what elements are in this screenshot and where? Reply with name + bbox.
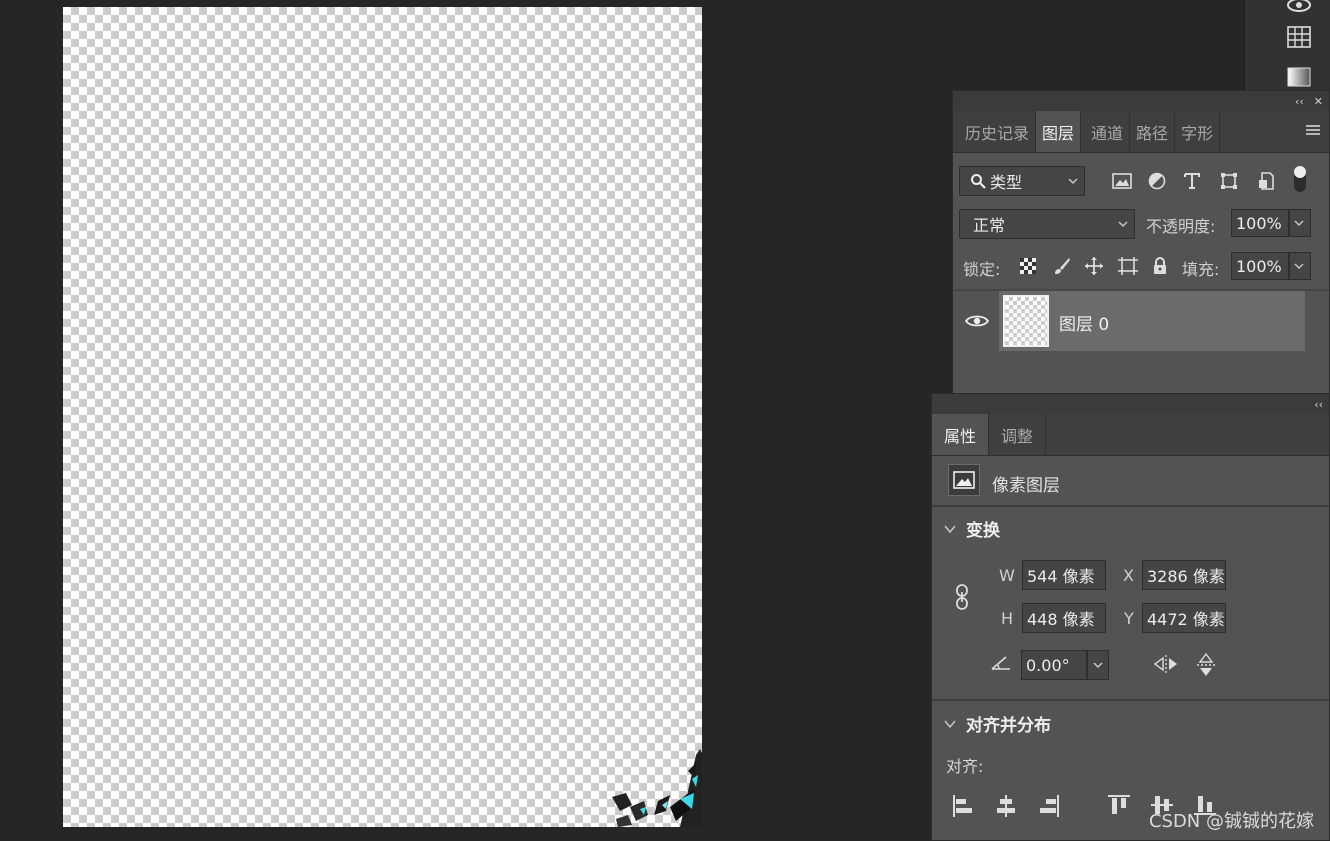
lock-all-icon[interactable] (1147, 253, 1173, 279)
pixel-layer-icon (948, 464, 980, 496)
chevron-down-icon (944, 720, 956, 728)
lock-image-pixels-icon[interactable] (1049, 253, 1075, 279)
y-input[interactable]: 4472 像素 (1142, 603, 1226, 633)
height-label: H (1001, 609, 1014, 628)
properties-panel-tabs: 属性 调整 (932, 414, 1329, 456)
tab-glyphs[interactable]: 字形 (1175, 111, 1221, 152)
width-label: W (999, 566, 1015, 585)
x-input[interactable]: 3286 像素 (1142, 560, 1226, 590)
layer-type-label: 像素图层 (992, 476, 1060, 496)
props-divider-1 (932, 505, 1329, 507)
opacity-input[interactable]: 100% (1231, 209, 1289, 237)
layers-panel-tabs: 历史记录 图层 通道 路径 字形 (953, 111, 1329, 153)
x-label: X (1123, 566, 1134, 585)
chevron-down-icon (944, 525, 956, 533)
tab-adjustments[interactable]: 调整 (989, 414, 1047, 455)
lock-transparent-pixels-icon[interactable] (1015, 253, 1041, 279)
opacity-label: 不透明度: (1146, 217, 1216, 236)
layers-panel-topbar: ‹‹ ✕ (953, 91, 1329, 111)
panel-menu-icon[interactable] (1305, 123, 1321, 139)
gradient-icon[interactable] (1285, 64, 1313, 90)
fill-dropdown-button[interactable] (1289, 252, 1311, 280)
properties-panel-topbar: ‹‹ (932, 394, 1329, 414)
blend-row: 正常 不透明度: 100% (953, 208, 1329, 240)
angle-icon (990, 655, 1012, 675)
y-label: Y (1124, 609, 1134, 628)
align-right-icon[interactable] (1038, 794, 1060, 822)
lock-artboard-icon[interactable] (1115, 253, 1141, 279)
properties-panel: ‹‹ 属性 调整 像素图层 变换 W 544 像素 X 3286 像素 H 44… (931, 393, 1330, 841)
layer-row[interactable]: 图层 0 (999, 291, 1305, 351)
fill-input[interactable]: 100% (1231, 252, 1289, 280)
angle-input[interactable]: 0.00° (1021, 650, 1087, 680)
flip-vertical-icon[interactable] (1196, 652, 1216, 682)
blend-mode-dropdown[interactable]: 正常 (959, 209, 1135, 239)
layer-thumbnail (1003, 295, 1049, 347)
props-divider-2 (932, 699, 1329, 701)
link-dimensions-icon[interactable] (954, 584, 970, 614)
pixel-filter-icon[interactable] (1109, 168, 1135, 194)
chevron-down-icon (1093, 662, 1103, 668)
tab-properties[interactable]: 属性 (932, 414, 990, 455)
tab-layers[interactable]: 图层 (1036, 111, 1082, 152)
width-input[interactable]: 544 像素 (1022, 560, 1106, 590)
align-top-icon[interactable] (1107, 794, 1131, 820)
collapse-icon[interactable]: ‹‹ (1295, 95, 1304, 108)
tab-paths[interactable]: 路径 (1130, 111, 1176, 152)
layer-visibility-eye-icon[interactable] (964, 313, 991, 331)
grid-icon[interactable] (1285, 24, 1313, 50)
flip-horizontal-icon[interactable] (1153, 654, 1179, 678)
align-section-header[interactable]: 对齐并分布 (944, 711, 1051, 736)
chevron-down-icon (1118, 221, 1128, 227)
tab-history[interactable]: 历史记录 (953, 111, 1037, 152)
search-icon (971, 174, 986, 189)
align-horizontal-center-icon[interactable] (995, 794, 1017, 822)
close-icon[interactable]: ✕ (1314, 95, 1323, 108)
type-filter-icon[interactable] (1179, 168, 1205, 194)
layer-name[interactable]: 图层 0 (1059, 310, 1109, 335)
eye-icon[interactable] (1285, 0, 1313, 18)
adjustment-filter-icon[interactable] (1144, 168, 1170, 194)
fill-label: 填充: (1182, 260, 1220, 279)
filter-kind-label: 类型 (990, 173, 1023, 192)
filter-toggle-switch[interactable] (1293, 165, 1307, 193)
height-input[interactable]: 448 像素 (1022, 603, 1106, 633)
lock-row: 锁定: 填充: 100% (953, 251, 1329, 283)
lock-position-icon[interactable] (1081, 253, 1107, 279)
tab-channels[interactable]: 通道 (1081, 111, 1131, 152)
chevron-down-icon (1294, 220, 1304, 226)
angle-dropdown-button[interactable] (1087, 650, 1109, 680)
opacity-dropdown-button[interactable] (1289, 209, 1311, 237)
chevron-down-icon (1294, 263, 1304, 269)
smart-object-filter-icon[interactable] (1253, 168, 1279, 194)
blend-mode-value: 正常 (973, 216, 1006, 235)
canvas-artwork (612, 749, 702, 827)
transform-section-header[interactable]: 变换 (944, 516, 1000, 541)
filter-kind-dropdown[interactable]: 类型 (959, 166, 1085, 196)
align-left-icon[interactable] (952, 794, 974, 822)
align-label: 对齐: (946, 757, 984, 776)
lock-label: 锁定: (963, 260, 1001, 279)
transform-title: 变换 (966, 521, 1000, 541)
layers-panel: ‹‹ ✕ 历史记录 图层 通道 路径 字形 类型 正常 不透明度: 100% 锁… (952, 90, 1330, 394)
collapse-icon[interactable]: ‹‹ (1314, 398, 1323, 411)
align-title: 对齐并分布 (966, 716, 1051, 736)
watermark: CSDN @铖铖的花嫁 (1148, 811, 1314, 832)
document-canvas[interactable] (63, 7, 702, 827)
layer-filter-row: 类型 (953, 165, 1329, 197)
chevron-down-icon (1068, 178, 1078, 184)
shape-filter-icon[interactable] (1216, 168, 1242, 194)
right-tool-strip (1244, 0, 1330, 90)
